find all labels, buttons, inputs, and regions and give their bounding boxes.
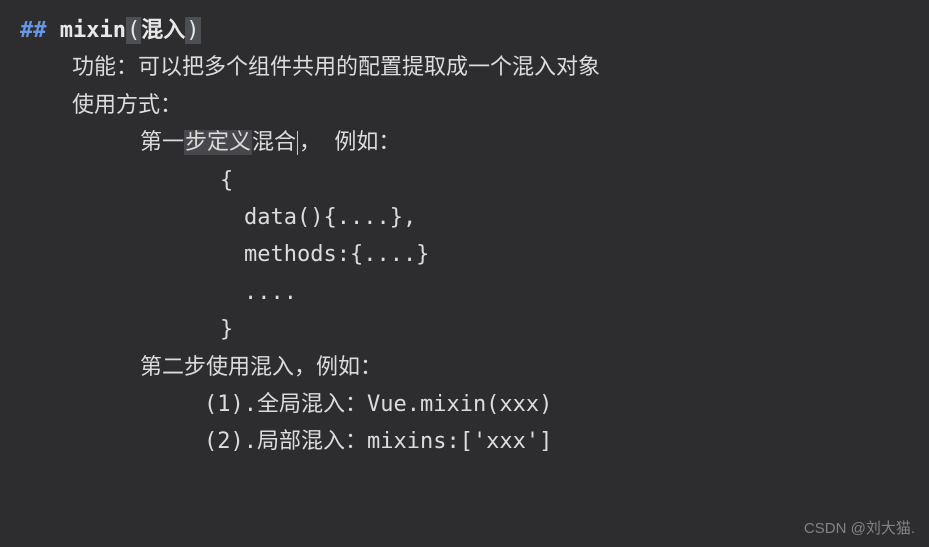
heading-line: ## mixin(混入) <box>20 12 919 49</box>
watermark-text: CSDN @刘大猫. <box>804 516 915 542</box>
function-line: 功能：可以把多个组件共用的配置提取成一个混入对象 <box>72 49 919 86</box>
step-two: 第二步使用混入，例如： <box>140 349 919 386</box>
code-methods-line: methods:{....} <box>244 236 919 273</box>
code-dots: .... <box>244 274 919 311</box>
step1-suffix: 例如： <box>334 130 400 155</box>
heading-title: mixin <box>60 18 126 43</box>
markdown-hash: ## <box>20 18 47 43</box>
bracket-open: ( <box>126 17 141 44</box>
step1-comma: ， <box>299 130 321 155</box>
usage-line: 使用方式： <box>72 87 919 124</box>
bracket-close: ) <box>185 17 200 44</box>
step-one: 第一步定义混合， 例如： <box>140 124 919 161</box>
code-close-brace: } <box>220 311 919 348</box>
step1-highlight: 步定义 <box>184 130 252 155</box>
code-open-brace: { <box>220 162 919 199</box>
code-data-line: data(){....}, <box>244 199 919 236</box>
text-cursor <box>297 131 298 155</box>
sub-item-global: (1).全局混入：Vue.mixin(xxx) <box>204 386 919 423</box>
heading-cn: 混入 <box>141 18 185 43</box>
step1-mid: 混合 <box>252 130 296 155</box>
sub-item-local: (2).局部混入：mixins:['xxx'] <box>204 423 919 460</box>
step1-prefix: 第一 <box>140 130 184 155</box>
